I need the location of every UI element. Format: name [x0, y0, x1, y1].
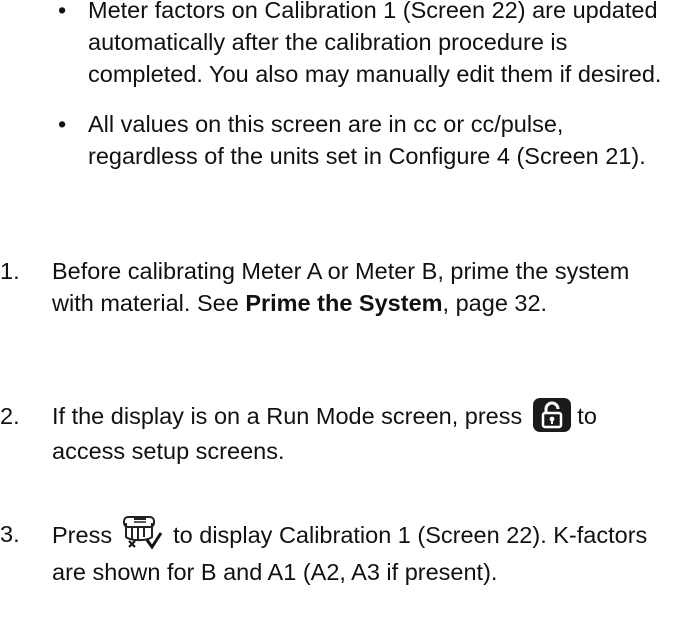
prime-the-system-reference: Prime the System [245, 290, 443, 316]
notes-list: • Meter factors on Calibration 1 (Screen… [58, 0, 663, 172]
step-text: If the display is on a Run Mode screen, … [52, 397, 657, 467]
step-text-after: , page 32. [442, 290, 548, 316]
step-text-before: Press [52, 522, 119, 549]
step-number: 2. [0, 403, 20, 429]
step-number: 1. [0, 258, 20, 284]
calibration-key-icon [122, 513, 163, 551]
step-text: Press to display Calibration 1 (Screen 2… [52, 516, 657, 588]
bullet-symbol: • [58, 111, 67, 137]
setup-lock-key-icon [532, 397, 571, 432]
bullet-symbol: • [58, 0, 67, 23]
manual-page: • Meter factors on Calibration 1 (Screen… [0, 0, 675, 643]
step-text: Before calibrating Meter A or Meter B, p… [52, 255, 657, 319]
note-item: • All values on this screen are in cc or… [58, 108, 663, 172]
note-item: • Meter factors on Calibration 1 (Screen… [58, 0, 663, 90]
step-text-before: If the display is on a Run Mode screen, … [52, 403, 529, 429]
note-text: All values on this screen are in cc or c… [88, 111, 646, 169]
note-text: Meter factors on Calibration 1 (Screen 2… [88, 0, 662, 87]
step-number: 3. [0, 521, 20, 547]
